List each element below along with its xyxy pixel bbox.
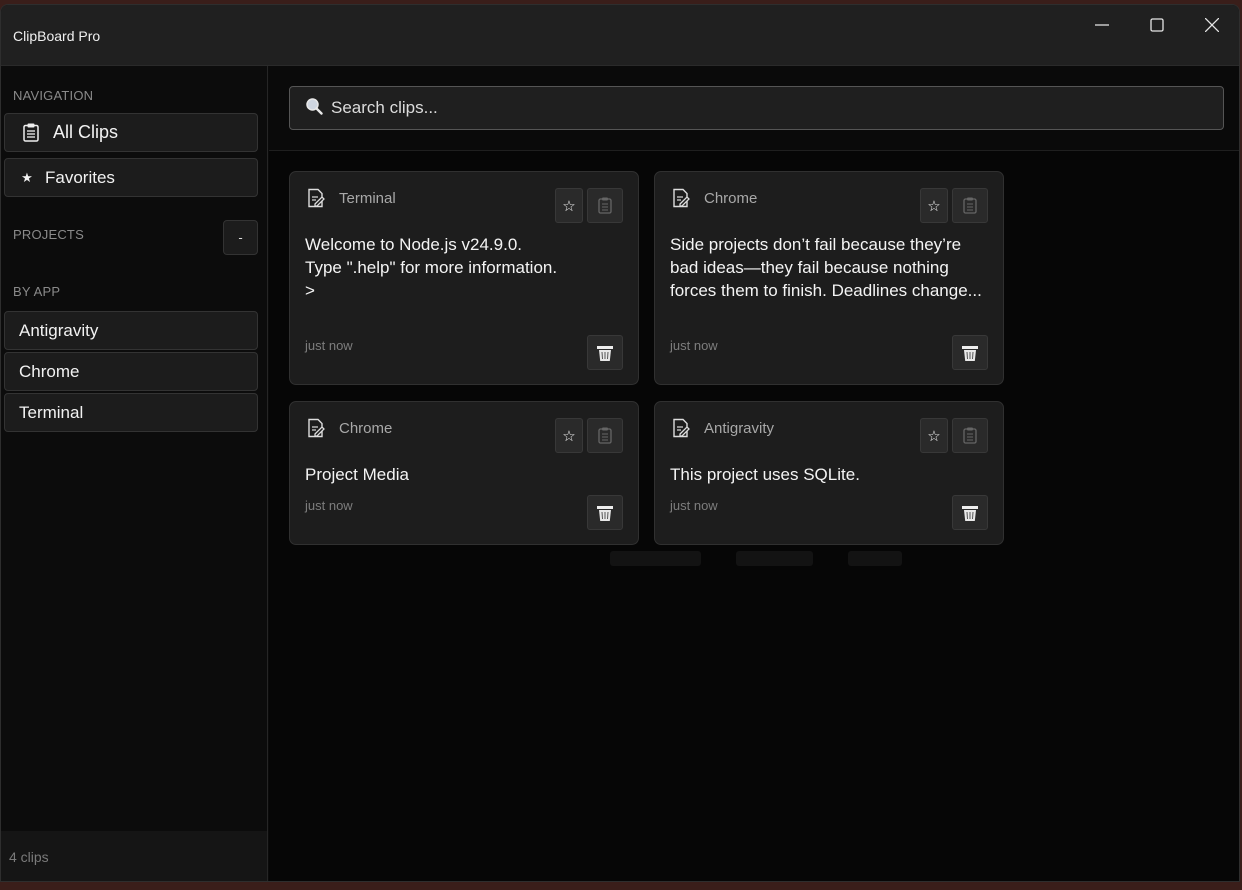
trash-icon <box>597 345 613 361</box>
nav-item-all-clips[interactable]: All Clips <box>4 113 258 152</box>
star-outline-icon: ☆ <box>927 427 941 445</box>
projects-label: PROJECTS <box>13 227 84 242</box>
navigation-label: NAVIGATION <box>13 88 94 103</box>
clip-app-name: Chrome <box>339 420 393 437</box>
app-window: ClipBoard Pro NAVIGATION All Clips ★ Fav… <box>0 4 1240 882</box>
clip-card[interactable]: Chrome ☆ Project Media just now <box>289 401 639 545</box>
by-app-label: BY APP <box>13 284 61 299</box>
trash-icon <box>962 345 978 361</box>
clip-app-name: Antigravity <box>704 420 775 437</box>
star-outline-icon: ☆ <box>562 427 576 445</box>
clip-card[interactable]: Antigravity ☆ This project uses SQLite. … <box>654 401 1004 545</box>
close-button[interactable] <box>1184 5 1239 45</box>
title-bar: ClipBoard Pro <box>1 5 1239 66</box>
minimize-button[interactable] <box>1074 5 1129 45</box>
collapse-projects-button[interactable]: - <box>223 220 258 255</box>
clip-app-name: Terminal <box>339 190 396 207</box>
clip-card[interactable]: Terminal ☆ Welcome to Node.js v24.9.0. T… <box>289 171 639 385</box>
note-icon <box>671 418 691 443</box>
clipboard-icon <box>598 427 612 444</box>
app-filter-terminal[interactable]: Terminal <box>4 393 258 432</box>
clip-app-name: Chrome <box>704 190 758 207</box>
background-placeholder <box>848 551 902 566</box>
copy-button[interactable] <box>587 418 623 453</box>
note-icon <box>671 188 691 213</box>
copy-button[interactable] <box>952 188 988 223</box>
window-controls <box>1074 5 1239 45</box>
main-content: Terminal ☆ Welcome to Node.js v24.9.0. T… <box>269 66 1239 881</box>
delete-button[interactable] <box>952 335 988 370</box>
copy-button[interactable] <box>587 188 623 223</box>
minimize-icon <box>1094 24 1109 26</box>
clip-timestamp: just now <box>670 338 718 353</box>
clip-timestamp: just now <box>305 338 353 353</box>
trash-icon <box>962 505 978 521</box>
maximize-button[interactable] <box>1129 5 1184 45</box>
clip-count: 4 clips <box>1 831 267 881</box>
maximize-icon <box>1149 18 1164 32</box>
clipboard-icon <box>21 123 41 142</box>
star-outline-icon: ☆ <box>927 197 941 215</box>
search-section <box>269 66 1239 151</box>
app-filter-antigravity[interactable]: Antigravity <box>4 311 258 350</box>
star-outline-icon: ☆ <box>562 197 576 215</box>
background-placeholder <box>736 551 813 566</box>
search-input[interactable] <box>331 98 1191 118</box>
favorite-button[interactable]: ☆ <box>555 418 583 453</box>
clipboard-icon <box>963 197 977 214</box>
trash-icon <box>597 505 613 521</box>
note-icon <box>306 188 326 213</box>
delete-button[interactable] <box>587 495 623 530</box>
clip-timestamp: just now <box>305 498 353 513</box>
clipboard-icon <box>598 197 612 214</box>
note-icon <box>306 418 326 443</box>
nav-item-label: Favorites <box>45 167 115 187</box>
favorite-button[interactable]: ☆ <box>920 188 948 223</box>
background-placeholder <box>610 551 701 566</box>
sidebar: NAVIGATION All Clips ★ Favorites PROJECT… <box>1 66 268 881</box>
clip-content: This project uses SQLite. <box>670 465 860 484</box>
delete-button[interactable] <box>587 335 623 370</box>
clip-timestamp: just now <box>670 498 718 513</box>
clipboard-icon <box>963 427 977 444</box>
app-filter-chrome[interactable]: Chrome <box>4 352 258 391</box>
search-icon <box>305 97 323 120</box>
search-box[interactable] <box>289 86 1224 130</box>
copy-button[interactable] <box>952 418 988 453</box>
favorite-button[interactable]: ☆ <box>920 418 948 453</box>
clip-content: Welcome to Node.js v24.9.0. Type ".help"… <box>305 235 558 300</box>
nav-item-favorites[interactable]: ★ Favorites <box>4 158 258 197</box>
delete-button[interactable] <box>952 495 988 530</box>
star-icon: ★ <box>21 169 33 185</box>
app-title: ClipBoard Pro <box>13 28 101 44</box>
favorite-button[interactable]: ☆ <box>555 188 583 223</box>
close-icon <box>1204 18 1219 32</box>
clip-content: Side projects don’t fail because they’re… <box>670 235 982 300</box>
clip-content: Project Media <box>305 465 409 484</box>
nav-item-label: All Clips <box>53 122 119 142</box>
clip-card[interactable]: Chrome ☆ Side projects don’t fail becaus… <box>654 171 1004 385</box>
